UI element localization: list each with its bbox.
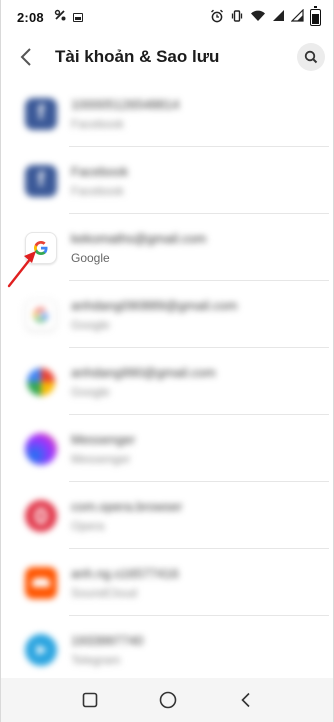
back-icon [241, 692, 250, 708]
account-type: SoundCloud [71, 585, 138, 600]
account-list: f 100005126548814 Facebook f Facebook Fa… [1, 80, 333, 683]
soundcloud-icon [25, 566, 57, 599]
wifi-icon [250, 9, 266, 25]
account-name: Facebook [71, 163, 129, 179]
account-name: anhdang090889@gmail.com [71, 297, 238, 313]
account-type: Telegram [71, 652, 121, 667]
account-name: 100005126548814 [71, 96, 180, 112]
back-button[interactable] [7, 37, 47, 77]
account-type: Messenger [71, 451, 131, 466]
vibrate-icon [230, 9, 244, 26]
screen: 2:08 Tài khoản & Sao lưu f 1000051265488… [0, 0, 334, 722]
phone-link-icon [54, 9, 67, 25]
recent-apps-icon [82, 692, 98, 708]
account-name: Messenger [71, 431, 136, 447]
account-name: anhdang990@gmail.com [71, 364, 216, 380]
account-name: 1933997740 [71, 632, 144, 648]
account-row[interactable]: anh.ng.s16577416 SoundCloud [1, 549, 333, 616]
google-photos-icon [25, 366, 57, 398]
recent-apps-button[interactable] [70, 682, 110, 718]
battery-icon [310, 5, 321, 26]
account-row[interactable]: Messenger Messenger [1, 415, 333, 482]
account-type: Facebook [71, 183, 124, 198]
navigation-bar [1, 678, 333, 722]
account-type: Opera [71, 518, 105, 533]
signal-icon [290, 8, 304, 25]
account-row[interactable]: f Facebook Facebook [1, 147, 333, 214]
account-type: Google [71, 384, 110, 399]
account-name: kekomaths@gmail.com [71, 230, 207, 246]
account-row-google-highlighted[interactable]: kekomaths@gmail.com Google [1, 214, 333, 281]
search-button[interactable] [297, 43, 325, 71]
search-icon [304, 50, 318, 64]
signal-icon [272, 9, 285, 25]
account-type: Google [71, 317, 110, 332]
account-row[interactable]: 1933997740 Telegram [1, 616, 333, 683]
status-right-icons [210, 5, 321, 26]
opera-icon [25, 499, 57, 532]
home-icon [159, 691, 177, 709]
gallery-icon [72, 12, 83, 22]
account-row[interactable]: anhdang090889@gmail.com Google [1, 281, 333, 348]
account-row[interactable]: com.opera.browser Opera [1, 482, 333, 549]
alarm-icon [210, 9, 224, 26]
facebook-icon: f [25, 97, 57, 130]
account-row[interactable]: anhdang990@gmail.com Google [1, 348, 333, 415]
status-bar: 2:08 [1, 0, 333, 34]
messenger-icon [25, 432, 57, 465]
account-type: Facebook [71, 116, 124, 131]
account-name: com.opera.browser [71, 498, 183, 514]
status-time: 2:08 [17, 9, 44, 25]
app-header: Tài khoản & Sao lưu [1, 34, 333, 80]
nav-back-button[interactable] [226, 682, 266, 718]
home-button[interactable] [148, 682, 188, 718]
telegram-icon [25, 633, 57, 666]
status-left-icons [54, 9, 83, 25]
account-type: Google [71, 250, 110, 265]
account-row[interactable]: f 100005126548814 Facebook [1, 80, 333, 147]
facebook-icon: f [25, 164, 57, 197]
google-icon [25, 231, 57, 264]
google-icon [25, 298, 57, 331]
page-title: Tài khoản & Sao lưu [55, 47, 220, 66]
back-arrow-icon [20, 48, 31, 66]
account-name: anh.ng.s16577416 [71, 565, 179, 581]
